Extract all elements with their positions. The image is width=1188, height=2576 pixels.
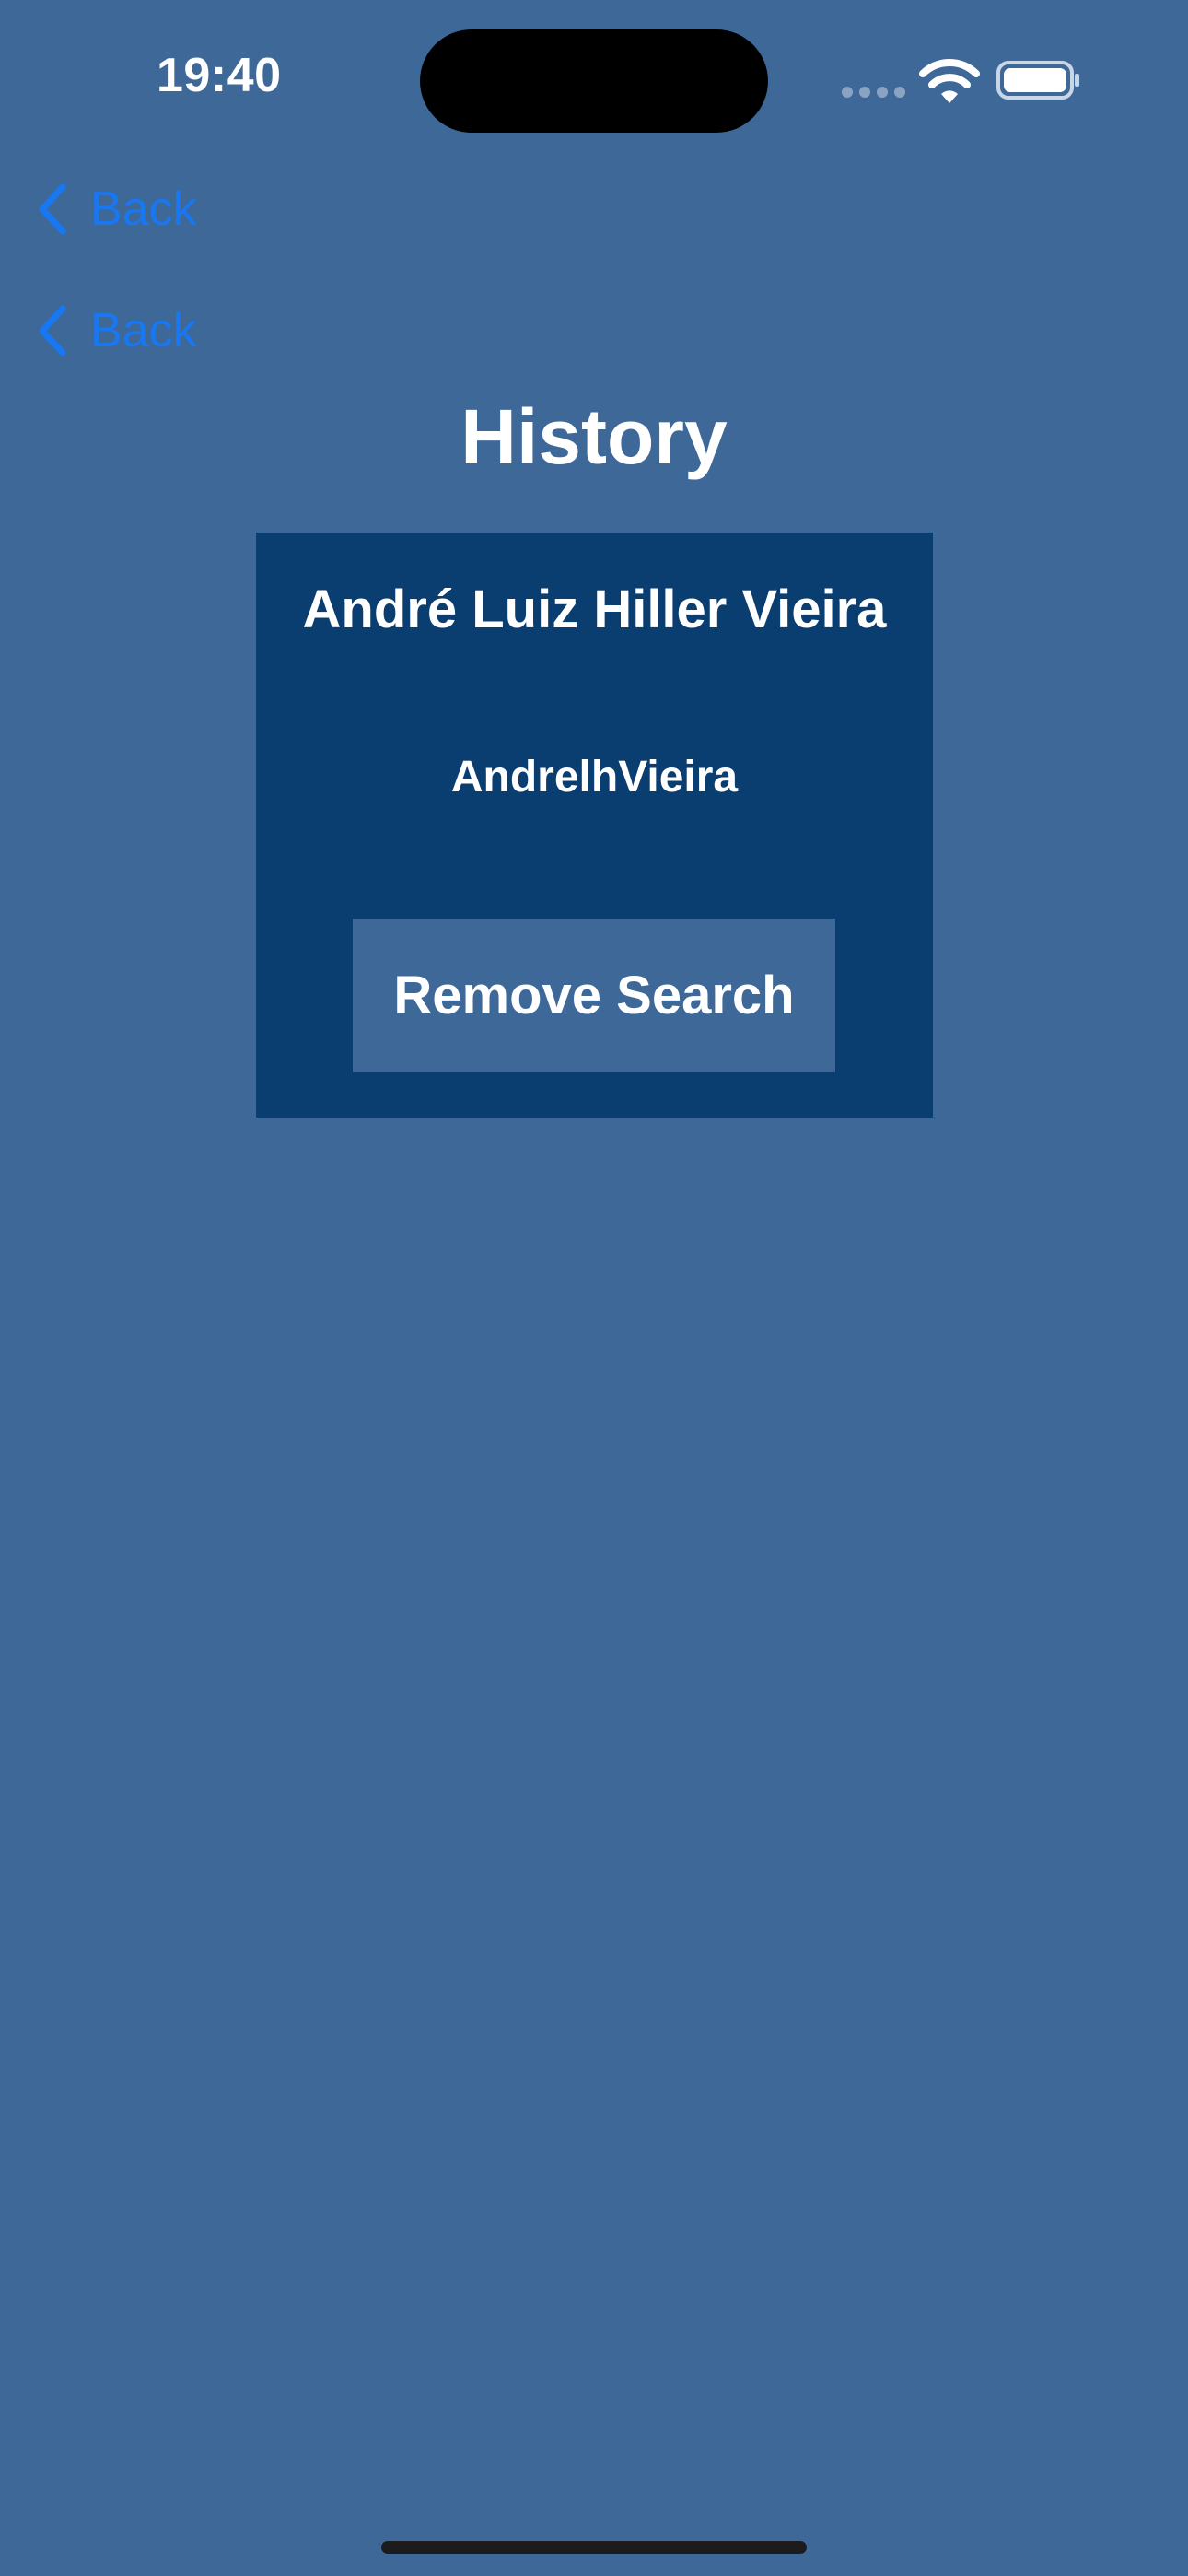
chevron-left-icon	[39, 183, 66, 235]
user-name: André Luiz Hiller Vieira	[302, 580, 887, 639]
chevron-left-icon	[39, 305, 66, 357]
history-card: André Luiz Hiller Vieira AndrelhVieira R…	[256, 533, 933, 1118]
dynamic-island	[420, 29, 768, 133]
back-button-label: Back	[90, 182, 197, 236]
status-time: 19:40	[157, 49, 282, 102]
wifi-icon	[919, 59, 980, 103]
battery-icon	[996, 61, 1079, 100]
cellular-signal-icon	[842, 87, 906, 100]
home-indicator	[381, 2541, 807, 2554]
user-login: AndrelhVieira	[450, 753, 739, 802]
back-button-label: Back	[90, 304, 197, 357]
back-button[interactable]: Back	[33, 299, 197, 363]
back-button[interactable]: Back	[33, 177, 197, 241]
remove-search-button[interactable]: Remove Search	[353, 919, 835, 1072]
page-title: History	[460, 393, 728, 480]
